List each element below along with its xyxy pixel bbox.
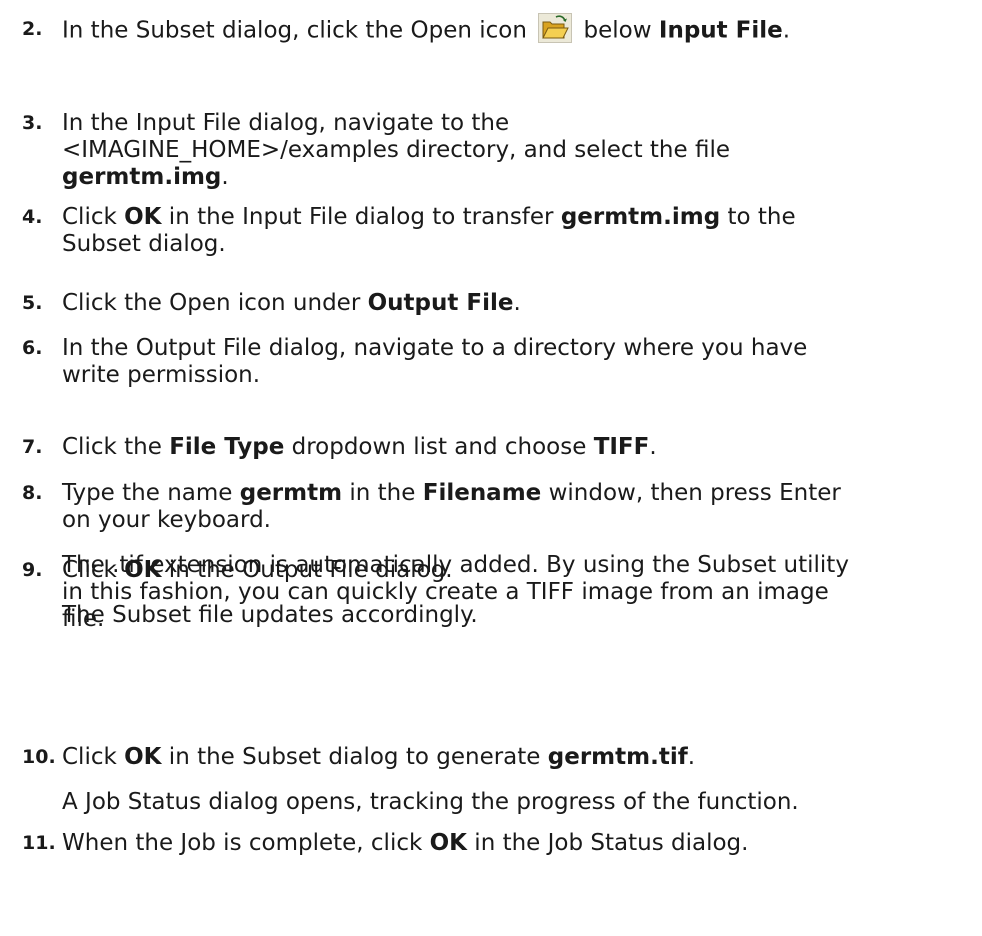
text-line: Click the File Type dropdown list and ch… [62, 434, 962, 461]
text-line: Click the Open icon under Output File. [62, 290, 962, 317]
step-text: In the Subset dialog, click the Open ico… [62, 13, 962, 44]
emphasis-text: OK [429, 830, 467, 856]
emphasis-text: OK [124, 744, 162, 770]
text-line: Click OK in the Subset dialog to generat… [62, 744, 962, 771]
text-line: on your keyboard. [62, 507, 962, 534]
step-number: 9. [22, 559, 43, 581]
emphasis-text: Filename [422, 480, 542, 506]
body-text: The Subset file updates accordingly. [62, 602, 478, 628]
step-text: Click OK in the Subset dialog to generat… [62, 744, 962, 816]
text-line: Click OK in the Output File dialog. [62, 557, 962, 584]
text-line: In the Input File dialog, navigate to th… [62, 110, 962, 137]
body-text: Click [62, 557, 125, 583]
step-number: 10. [22, 746, 56, 768]
text-line: Subset dialog. [62, 231, 962, 258]
body-text: in the Output File dialog. [161, 557, 453, 583]
text-line: The Subset file updates accordingly. [62, 602, 962, 629]
body-text: write permission. [62, 362, 261, 388]
body-text: below [576, 17, 659, 44]
emphasis-text: germtm.img [560, 204, 721, 230]
body-text: window, then press Enter [541, 480, 841, 506]
body-text: Click the Open icon under [62, 290, 368, 316]
body-text: . [687, 744, 696, 770]
step-number: 3. [22, 112, 43, 134]
text-line: In the Output File dialog, navigate to a… [62, 335, 962, 362]
text-line: write permission. [62, 362, 962, 389]
body-text: . [649, 434, 657, 460]
emphasis-text: germtm.tif [547, 744, 688, 770]
step-text: Click the Open icon under Output File. [62, 290, 962, 317]
step-number: 7. [22, 436, 43, 458]
body-text: A Job Status dialog opens, tracking the … [62, 789, 799, 815]
emphasis-text: Output File [367, 290, 514, 316]
text-line: Type the name germtm in the Filename win… [62, 480, 962, 507]
step-text: In the Output File dialog, navigate to a… [62, 335, 962, 389]
text-line: A Job Status dialog opens, tracking the … [62, 789, 962, 816]
step-result-note: The Subset file updates accordingly. [62, 602, 962, 629]
step-text: When the Job is complete, click OK in th… [62, 830, 962, 857]
emphasis-text: OK [124, 557, 162, 583]
text-line: In the Subset dialog, click the Open ico… [62, 13, 962, 44]
body-text: dropdown list and choose [284, 434, 594, 460]
body-text: In the Subset dialog, click the Open ico… [62, 17, 535, 44]
open-folder-icon [538, 13, 573, 43]
body-text: . [782, 17, 791, 44]
step-text: Click OK in the Input File dialog to tra… [62, 204, 962, 258]
step-number: 2. [22, 18, 43, 40]
body-text: Click the [62, 434, 170, 460]
body-text: Subset dialog. [62, 231, 226, 257]
step-number: 5. [22, 292, 43, 314]
body-text: in the [342, 480, 423, 506]
body-text: in the Input File dialog to transfer [161, 204, 561, 230]
emphasis-text: Input File [658, 17, 783, 44]
body-text: in the Subset dialog to generate [161, 744, 548, 770]
step-number: 6. [22, 337, 43, 359]
text-line: When the Job is complete, click OK in th… [62, 830, 962, 857]
step-number: 4. [22, 206, 43, 228]
body-text: Click [62, 744, 125, 770]
emphasis-text: germtm [239, 480, 343, 506]
step-text: In the Input File dialog, navigate to th… [62, 110, 962, 191]
body-text: In the Input File dialog, navigate to th… [62, 110, 510, 136]
text-line: <IMAGINE_HOME>/examples directory, and s… [62, 137, 962, 164]
step-text: Click OK in the Output File dialog. The S… [62, 557, 962, 629]
emphasis-text: File Type [169, 434, 285, 460]
body-text: on your keyboard. [62, 507, 271, 533]
text-line: germtm.img. [62, 164, 962, 191]
body-text: in the Job Status dialog. [467, 830, 749, 856]
body-text: <IMAGINE_HOME>/examples directory, and s… [62, 137, 730, 163]
step-number: 8. [22, 482, 43, 504]
body-text: . [513, 290, 521, 316]
body-text: to the [720, 204, 796, 230]
body-text: When the Job is complete, click [62, 830, 430, 856]
step-number: 11. [22, 832, 56, 854]
text-line: Click OK in the Input File dialog to tra… [62, 204, 962, 231]
emphasis-text: TIFF [593, 434, 650, 460]
step-result-note: A Job Status dialog opens, tracking the … [62, 789, 962, 816]
emphasis-text: germtm.img [62, 164, 222, 190]
body-text: Type the name [62, 480, 240, 506]
instructions-document: 2. In the Subset dialog, click the Open i… [0, 0, 982, 936]
body-text: Click [62, 204, 125, 230]
body-text: . [221, 164, 229, 190]
step-text: Click the File Type dropdown list and ch… [62, 434, 962, 461]
emphasis-text: OK [124, 204, 162, 230]
body-text: In the Output File dialog, navigate to a… [62, 335, 808, 361]
